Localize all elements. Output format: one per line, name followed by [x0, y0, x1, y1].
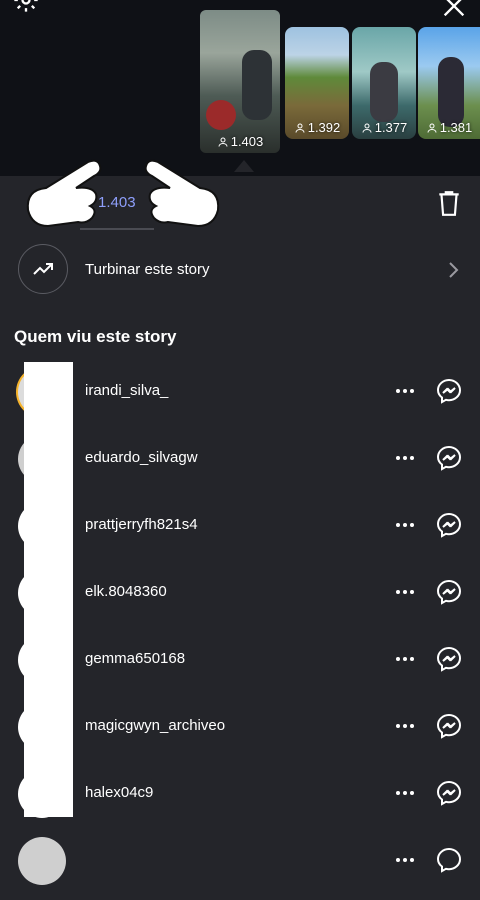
pointing-hand-sticker: [26, 159, 102, 228]
story-views-count: 1.377: [352, 120, 416, 135]
redaction-bar: [24, 362, 73, 817]
more-options-icon[interactable]: [392, 780, 418, 806]
pointing-hand-sticker: [144, 159, 220, 228]
viewer-username[interactable]: magicgwyn_archiveo: [85, 717, 225, 734]
messenger-icon[interactable]: [436, 780, 462, 806]
viewer-username[interactable]: halex04c9: [85, 784, 153, 801]
story-views-count: 1.403: [200, 134, 280, 149]
viewers-icon: [218, 137, 228, 147]
story-thumbnail-image: [206, 100, 236, 130]
viewers-section-title: Quem viu este story: [14, 327, 177, 346]
story-thumbnail-image: [242, 50, 272, 120]
more-options-icon[interactable]: [392, 646, 418, 672]
story-views-count: 1.392: [285, 120, 349, 135]
viewers-icon: [295, 123, 305, 133]
viewer-username[interactable]: gemma650168: [85, 650, 185, 667]
chevron-right-icon: [449, 262, 459, 278]
avatar[interactable]: [18, 837, 66, 885]
story-thumbnail-image: [438, 57, 464, 127]
story-thumbnail-2[interactable]: 1.392: [285, 27, 349, 139]
story-thumbnail-1[interactable]: 1.403: [200, 10, 280, 153]
trending-up-icon: [33, 263, 53, 275]
more-options-icon[interactable]: [392, 847, 418, 873]
messenger-icon[interactable]: [436, 445, 462, 471]
viewer-username[interactable]: elk.8048360: [85, 583, 167, 600]
story-thumbnail-image: [370, 62, 398, 122]
viewer-username[interactable]: eduardo_silvagw: [85, 449, 198, 466]
more-options-icon[interactable]: [392, 445, 418, 471]
viewer-row[interactable]: [0, 833, 480, 900]
messenger-icon[interactable]: [436, 646, 462, 672]
messenger-icon[interactable]: [436, 579, 462, 605]
story-thumbnail-3[interactable]: 1.377: [352, 27, 416, 139]
viewer-username[interactable]: prattjerryfh821s4: [85, 516, 198, 533]
viewers-icon: [362, 123, 372, 133]
more-options-icon[interactable]: [392, 512, 418, 538]
selected-story-indicator: [234, 160, 254, 172]
viewers-icon: [427, 123, 437, 133]
gear-icon[interactable]: [12, 0, 40, 14]
promote-icon-circle: [18, 244, 68, 294]
more-options-icon[interactable]: [392, 713, 418, 739]
messenger-icon[interactable]: [436, 713, 462, 739]
promote-label: Turbinar este story: [85, 261, 210, 278]
close-icon[interactable]: [440, 0, 468, 20]
messenger-icon[interactable]: [436, 847, 462, 873]
more-options-icon[interactable]: [392, 579, 418, 605]
more-options-icon[interactable]: [392, 378, 418, 404]
story-thumbnail-4[interactable]: 1.381: [418, 27, 480, 139]
viewer-username[interactable]: irandi_silva_: [85, 382, 168, 399]
trash-icon[interactable]: [436, 189, 462, 217]
messenger-icon[interactable]: [436, 378, 462, 404]
story-views-count: 1.381: [418, 120, 480, 135]
messenger-icon[interactable]: [436, 512, 462, 538]
